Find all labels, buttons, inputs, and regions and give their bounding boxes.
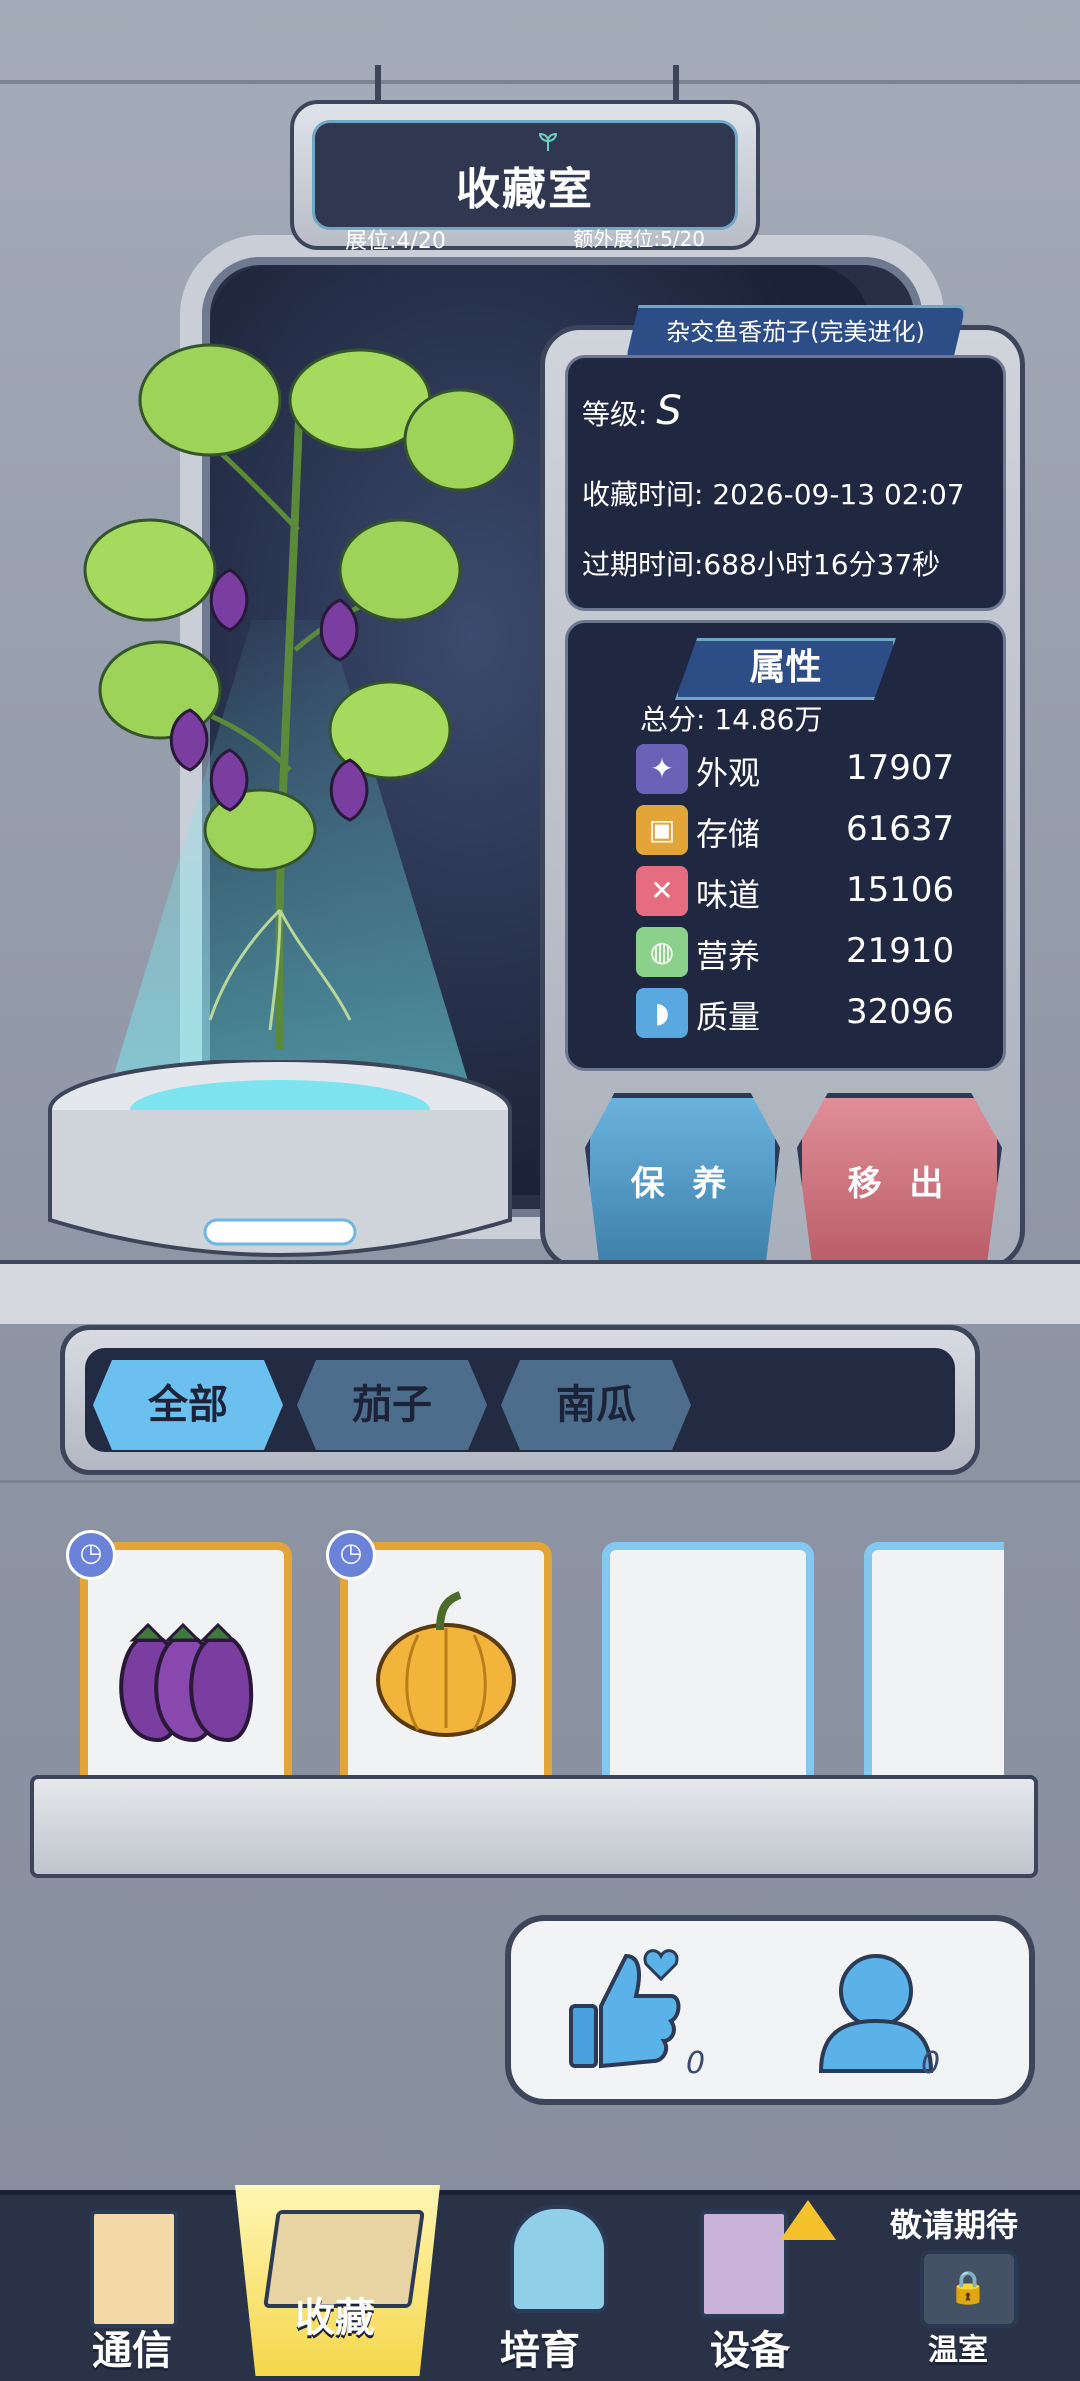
sprout-icon [538, 133, 558, 151]
thumbs-up-icon[interactable] [566, 1946, 686, 2076]
attr-row-nutrition: ◍ 营养 21910 [636, 925, 956, 979]
like-count: 0 [686, 2046, 706, 2081]
attr-name: 外观 [696, 754, 761, 792]
title-screen: 收藏室 展位:4/20 额外展位:5/20 [312, 120, 738, 254]
wall-trim [0, 80, 1080, 84]
card-shelf [30, 1775, 1038, 1878]
attr-name: 味道 [696, 876, 761, 914]
coming-soon-label: 敬请期待 [890, 2206, 1019, 2244]
attr-name: 存储 [696, 815, 761, 853]
expire-time: 过期时间:688小时16分37秒 [582, 548, 941, 581]
item-card-eggplant[interactable] [80, 1542, 292, 1792]
grade-row: 等级: S [582, 388, 682, 434]
display-shelf [0, 1260, 1080, 1324]
lemon-icon: ◍ [636, 927, 688, 977]
nav-item-collection[interactable]: 收藏 [240, 2190, 440, 2376]
upgrade-arrow-icon [780, 2200, 836, 2240]
eggplant-icon [119, 1622, 254, 1743]
nav-label: 通信 [92, 2328, 172, 2374]
remove-button[interactable]: 移 出 [797, 1093, 1002, 1275]
nav-label: 收藏 [295, 2295, 375, 2341]
social-box: 0 0 [505, 1915, 1035, 2105]
nav-item-breed[interactable]: 培育 [470, 2190, 640, 2376]
slot-count: 展位:4/20 [345, 229, 446, 254]
category-bar: 全部 茄子 南瓜 [60, 1325, 980, 1475]
total-score: 总分: 14.86万 [640, 703, 823, 736]
hanger-right [673, 65, 679, 105]
tab-all[interactable]: 全部 [93, 1360, 283, 1450]
page-title: 收藏室 [456, 164, 594, 215]
care-button[interactable]: 保 养 [585, 1093, 780, 1275]
item-card-pumpkin[interactable] [340, 1542, 552, 1792]
extra-slot-count: 额外展位:5/20 [573, 227, 705, 251]
lock-icon: 🔒 [948, 2268, 988, 2306]
attr-row-appearance: ✦ 外观 17907 [636, 742, 956, 796]
attr-value: 15106 [846, 870, 955, 910]
item-details: 等级: S 收藏时间: 2026-09-13 02:07 过期时间:688小时1… [565, 355, 1006, 611]
attr-row-quality: ◗ 质量 32096 [636, 986, 956, 1040]
nav-item-comms[interactable]: 通信 [40, 2190, 220, 2376]
grade-label: 等级: [582, 398, 648, 431]
display-pedestal [48, 1060, 512, 1270]
title-plate: 收藏室 展位:4/20 额外展位:5/20 [290, 100, 760, 254]
sparkle-icon: ✦ [636, 744, 688, 794]
nav-item-equipment[interactable]: 设备 [670, 2190, 850, 2376]
clipboard-icon [90, 2210, 178, 2328]
nav-label: 培育 [500, 2328, 580, 2374]
attr-name: 质量 [696, 998, 761, 1036]
sprout-dome-icon [510, 2205, 608, 2313]
empty-slot-card[interactable] [864, 1542, 1004, 1792]
attr-row-storage: ▣ 存储 61637 [636, 803, 956, 857]
box-icon: ▣ [636, 805, 688, 855]
wall-trim [0, 1480, 1080, 1483]
nav-label: 温室 [928, 2333, 988, 2368]
utensils-icon: ✕ [636, 866, 688, 916]
hanger-left [375, 65, 381, 105]
pumpkin-icon [376, 1591, 516, 1737]
upgrade-machine-icon [700, 2210, 788, 2318]
tab-pumpkin[interactable]: 南瓜 [501, 1360, 691, 1450]
category-track: 全部 茄子 南瓜 [85, 1348, 955, 1452]
eggplant-plant-illustration [83, 343, 517, 1050]
visitor-count: 0 [921, 2046, 941, 2081]
attr-value: 21910 [846, 931, 955, 971]
collect-time: 收藏时间: 2026-09-13 02:07 [582, 478, 965, 511]
grade-value: S [656, 388, 682, 434]
clock-icon: ◷ [66, 1530, 116, 1580]
empty-slot-card[interactable] [602, 1542, 814, 1792]
tab-eggplant[interactable]: 茄子 [297, 1360, 487, 1450]
attr-name: 营养 [696, 937, 761, 975]
nav-label: 设备 [710, 2328, 790, 2374]
clock-icon: ◷ [326, 1530, 376, 1580]
muscle-icon: ◗ [636, 988, 688, 1038]
attr-row-taste: ✕ 味道 15106 [636, 864, 956, 918]
attr-value: 61637 [846, 809, 955, 849]
attributes-header: 属性 [675, 638, 896, 700]
attr-value: 17907 [846, 748, 955, 788]
attr-value: 32096 [846, 992, 955, 1032]
